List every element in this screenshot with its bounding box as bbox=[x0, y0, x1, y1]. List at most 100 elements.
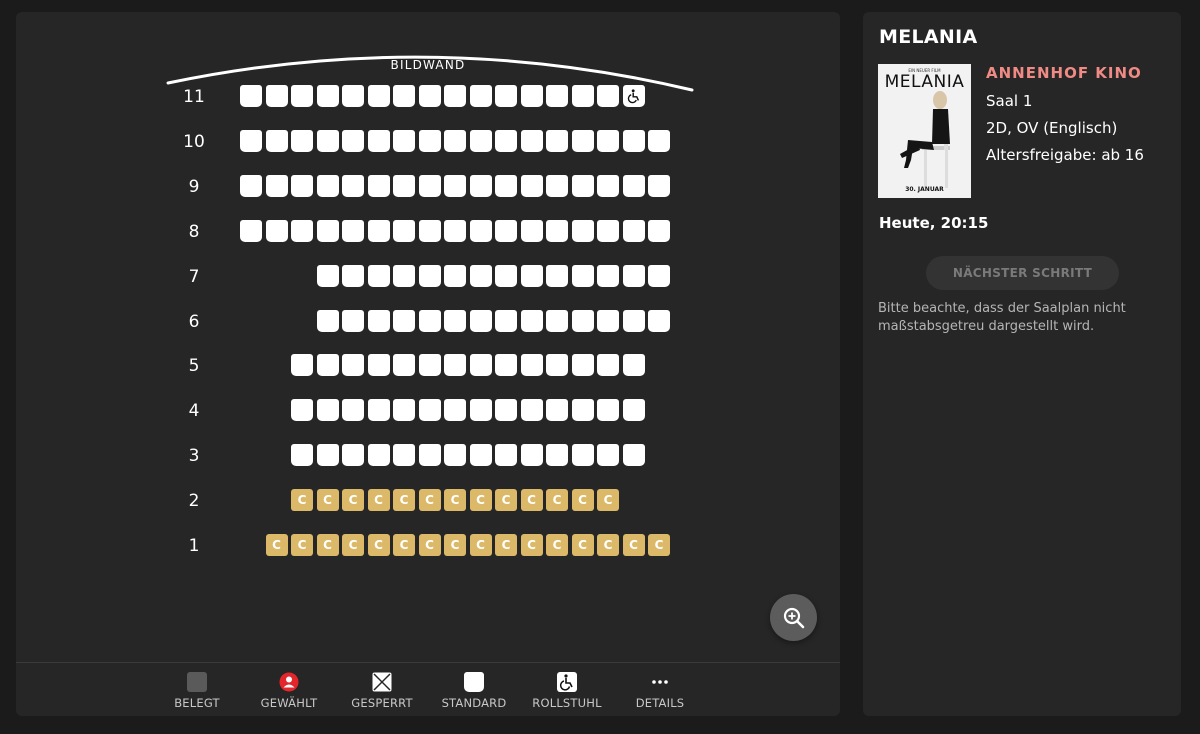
standard-seat[interactable] bbox=[240, 219, 262, 242]
wheelchair-seat[interactable] bbox=[622, 85, 645, 107]
standard-seat[interactable] bbox=[342, 309, 364, 332]
standard-seat[interactable] bbox=[342, 174, 364, 197]
standard-seat[interactable] bbox=[546, 129, 568, 152]
standard-seat[interactable] bbox=[316, 85, 339, 107]
standard-seat[interactable] bbox=[367, 85, 390, 107]
standard-seat[interactable] bbox=[469, 85, 492, 107]
standard-seat[interactable] bbox=[444, 354, 466, 377]
standard-seat[interactable] bbox=[316, 354, 339, 377]
comfort-seat[interactable]: C bbox=[342, 534, 364, 556]
standard-seat[interactable] bbox=[571, 219, 594, 242]
standard-seat[interactable] bbox=[418, 219, 441, 242]
standard-seat[interactable] bbox=[520, 129, 543, 152]
standard-seat[interactable] bbox=[316, 264, 339, 287]
legend-details-button[interactable]: DETAILS bbox=[615, 672, 705, 710]
comfort-seat[interactable]: C bbox=[418, 534, 441, 556]
comfort-seat[interactable]: C bbox=[444, 534, 466, 556]
standard-seat[interactable] bbox=[520, 444, 543, 467]
comfort-seat[interactable]: C bbox=[444, 489, 466, 512]
standard-seat[interactable] bbox=[597, 399, 619, 422]
comfort-seat[interactable]: C bbox=[393, 489, 415, 512]
comfort-seat[interactable]: C bbox=[571, 489, 594, 512]
standard-seat[interactable] bbox=[342, 85, 364, 107]
standard-seat[interactable] bbox=[444, 399, 466, 422]
standard-seat[interactable] bbox=[495, 264, 517, 287]
comfort-seat[interactable]: C bbox=[648, 534, 670, 556]
standard-seat[interactable] bbox=[571, 444, 594, 467]
standard-seat[interactable] bbox=[520, 85, 543, 107]
standard-seat[interactable] bbox=[597, 85, 619, 107]
standard-seat[interactable] bbox=[520, 354, 543, 377]
standard-seat[interactable] bbox=[367, 309, 390, 332]
standard-seat[interactable] bbox=[622, 354, 645, 377]
standard-seat[interactable] bbox=[265, 174, 288, 197]
standard-seat[interactable] bbox=[393, 354, 415, 377]
standard-seat[interactable] bbox=[265, 219, 288, 242]
standard-seat[interactable] bbox=[316, 174, 339, 197]
standard-seat[interactable] bbox=[240, 85, 262, 107]
standard-seat[interactable] bbox=[444, 309, 466, 332]
standard-seat[interactable] bbox=[393, 399, 415, 422]
standard-seat[interactable] bbox=[418, 399, 441, 422]
standard-seat[interactable] bbox=[495, 309, 517, 332]
comfort-seat[interactable]: C bbox=[495, 489, 517, 512]
standard-seat[interactable] bbox=[546, 264, 568, 287]
standard-seat[interactable] bbox=[571, 309, 594, 332]
standard-seat[interactable] bbox=[597, 309, 619, 332]
standard-seat[interactable] bbox=[546, 399, 568, 422]
standard-seat[interactable] bbox=[316, 399, 339, 422]
comfort-seat[interactable]: C bbox=[291, 534, 313, 556]
comfort-seat[interactable]: C bbox=[520, 489, 543, 512]
standard-seat[interactable] bbox=[393, 174, 415, 197]
standard-seat[interactable] bbox=[520, 174, 543, 197]
standard-seat[interactable] bbox=[546, 354, 568, 377]
standard-seat[interactable] bbox=[265, 129, 288, 152]
standard-seat[interactable] bbox=[546, 309, 568, 332]
standard-seat[interactable] bbox=[571, 129, 594, 152]
standard-seat[interactable] bbox=[469, 264, 492, 287]
standard-seat[interactable] bbox=[342, 219, 364, 242]
standard-seat[interactable] bbox=[367, 129, 390, 152]
standard-seat[interactable] bbox=[316, 219, 339, 242]
standard-seat[interactable] bbox=[367, 264, 390, 287]
standard-seat[interactable] bbox=[444, 174, 466, 197]
standard-seat[interactable] bbox=[597, 219, 619, 242]
standard-seat[interactable] bbox=[291, 354, 313, 377]
standard-seat[interactable] bbox=[342, 354, 364, 377]
comfort-seat[interactable]: C bbox=[469, 489, 492, 512]
standard-seat[interactable] bbox=[469, 219, 492, 242]
standard-seat[interactable] bbox=[648, 264, 670, 287]
comfort-seat[interactable]: C bbox=[316, 489, 339, 512]
standard-seat[interactable] bbox=[546, 85, 568, 107]
standard-seat[interactable] bbox=[495, 85, 517, 107]
comfort-seat[interactable]: C bbox=[265, 534, 288, 556]
comfort-seat[interactable]: C bbox=[418, 489, 441, 512]
standard-seat[interactable] bbox=[520, 309, 543, 332]
standard-seat[interactable] bbox=[418, 85, 441, 107]
standard-seat[interactable] bbox=[546, 174, 568, 197]
standard-seat[interactable] bbox=[648, 174, 670, 197]
standard-seat[interactable] bbox=[520, 264, 543, 287]
standard-seat[interactable] bbox=[393, 129, 415, 152]
standard-seat[interactable] bbox=[469, 309, 492, 332]
standard-seat[interactable] bbox=[291, 444, 313, 467]
standard-seat[interactable] bbox=[393, 219, 415, 242]
standard-seat[interactable] bbox=[622, 174, 645, 197]
comfort-seat[interactable]: C bbox=[520, 534, 543, 556]
standard-seat[interactable] bbox=[520, 399, 543, 422]
standard-seat[interactable] bbox=[367, 174, 390, 197]
standard-seat[interactable] bbox=[469, 399, 492, 422]
standard-seat[interactable] bbox=[418, 309, 441, 332]
next-step-button[interactable]: NÄCHSTER SCHRITT bbox=[926, 256, 1119, 290]
standard-seat[interactable] bbox=[240, 174, 262, 197]
standard-seat[interactable] bbox=[342, 129, 364, 152]
comfort-seat[interactable]: C bbox=[367, 489, 390, 512]
standard-seat[interactable] bbox=[393, 85, 415, 107]
standard-seat[interactable] bbox=[546, 444, 568, 467]
comfort-seat[interactable]: C bbox=[546, 489, 568, 512]
standard-seat[interactable] bbox=[495, 354, 517, 377]
standard-seat[interactable] bbox=[418, 444, 441, 467]
standard-seat[interactable] bbox=[418, 174, 441, 197]
standard-seat[interactable] bbox=[469, 174, 492, 197]
standard-seat[interactable] bbox=[571, 264, 594, 287]
